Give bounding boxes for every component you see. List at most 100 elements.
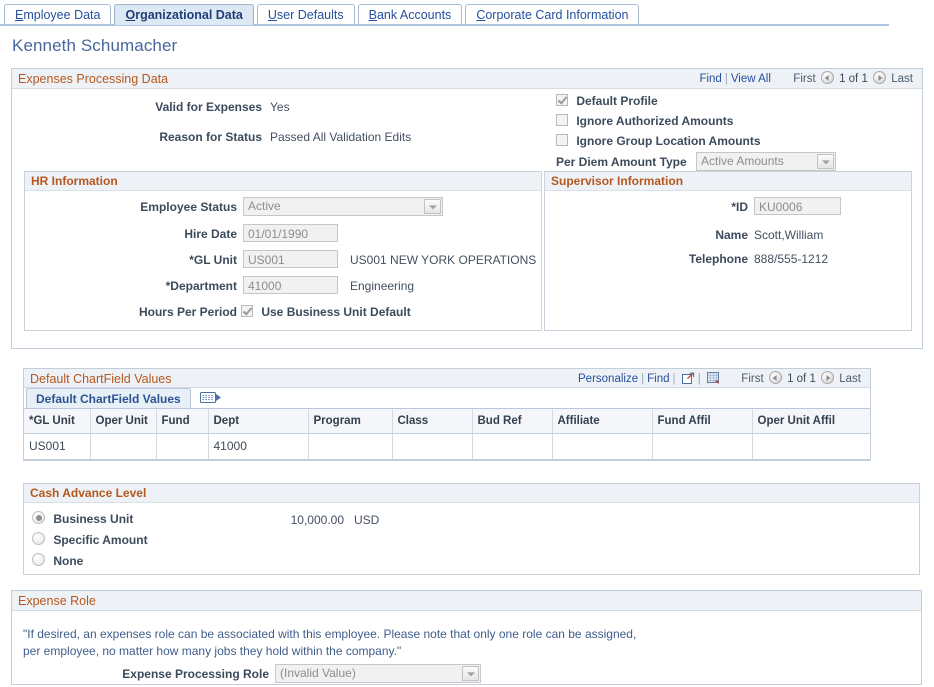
chevron-down-icon[interactable]	[424, 199, 441, 214]
tab-employee-data[interactable]: Employee Data	[4, 4, 111, 25]
supervisor-telephone-value-wrap: 888/555-1212	[754, 251, 828, 266]
first-label[interactable]: First	[793, 73, 815, 85]
supervisor-id-label-wrap: *ID	[545, 199, 748, 214]
column-header-oper-unit-affil[interactable]: Oper Unit Affil	[752, 409, 870, 433]
reason-for-status-row: Reason for Status	[12, 129, 262, 144]
expense-role-note: "If desired, an expenses role can be ass…	[23, 626, 903, 660]
expense-processing-role-value: (Invalid Value)	[276, 665, 480, 682]
supervisor-information-panel: Supervisor Information *ID KU0006 Name S…	[544, 171, 912, 331]
tab-bar: Employee DataOrganizational DataUser Def…	[0, 0, 934, 26]
cell-affiliate[interactable]	[552, 433, 652, 459]
supervisor-name-label: Name	[715, 228, 748, 242]
valid-for-expenses-value-wrap: Yes	[270, 99, 290, 114]
column-header-fund-affil[interactable]: Fund Affil	[652, 409, 752, 433]
gl-unit-field: US001	[237, 250, 338, 268]
hr-information-panel: HR Information Employee Status Active Hi…	[24, 171, 542, 331]
cash-advance-specific-amount-label: Specific Amount	[53, 533, 147, 547]
next-page-icon[interactable]	[873, 71, 886, 84]
column-header-affiliate[interactable]: Affiliate	[552, 409, 652, 433]
employee-status-label: Employee Status	[140, 200, 237, 214]
page-title: Kenneth Schumacher	[12, 36, 934, 56]
employee-status-field: Active	[237, 197, 443, 216]
department-label: *Department	[166, 279, 237, 293]
table-row: US001 41000	[24, 433, 870, 459]
last-label[interactable]: Last	[891, 73, 913, 85]
supervisor-name-value: Scott,William	[754, 228, 823, 242]
supervisor-telephone-label: Telephone	[689, 252, 748, 266]
department-input[interactable]: 41000	[243, 276, 338, 294]
tab-accel-key: U	[268, 8, 277, 22]
tab-bank-accounts[interactable]: Bank Accounts	[358, 4, 463, 25]
per-diem-amount-type-select[interactable]: Active Amounts	[696, 152, 836, 171]
reason-for-status-label: Reason for Status	[159, 130, 262, 144]
cell-bud-ref[interactable]	[472, 433, 552, 459]
ignore-group-location-amounts-checkbox-row: Ignore Group Location Amounts	[556, 133, 761, 148]
expense-role-title: Expense Role	[18, 591, 96, 611]
tab-organizational-data[interactable]: Organizational Data	[114, 4, 253, 25]
expense-processing-role-select[interactable]: (Invalid Value)	[275, 664, 481, 683]
cell-dept[interactable]: 41000	[208, 433, 308, 459]
column-header-bud-ref[interactable]: Bud Ref	[472, 409, 552, 433]
valid-for-expenses-value: Yes	[270, 100, 290, 114]
cash-advance-specific-amount-radio[interactable]	[32, 532, 45, 545]
employee-status-select[interactable]: Active	[243, 197, 443, 216]
default-profile-checkbox-row: Default Profile	[556, 93, 658, 108]
expenses-processing-data-header: Expenses Processing Data Find|View All F…	[12, 69, 922, 89]
default-chartfield-values-header: Default ChartField Values Personalize|Fi…	[23, 368, 871, 388]
personalize-link[interactable]: Personalize	[578, 373, 638, 385]
view-all-link[interactable]: View All	[731, 73, 771, 85]
supervisor-id-label: *ID	[731, 200, 748, 214]
hire-date-label: Hire Date	[184, 227, 237, 241]
cell-program[interactable]	[308, 433, 392, 459]
cell-oper-unit[interactable]	[90, 433, 156, 459]
tab-label: ank Accounts	[377, 8, 451, 22]
chevron-down-icon[interactable]	[462, 666, 479, 681]
gl-unit-input[interactable]: US001	[243, 250, 338, 268]
cash-advance-business-unit-row: Business Unit	[32, 511, 133, 526]
tab-user-defaults[interactable]: User Defaults	[257, 4, 355, 25]
tab-label: rganizational Data	[135, 8, 243, 22]
find-link[interactable]: Find	[647, 373, 669, 385]
column-header-gl-unit[interactable]: *GL Unit	[24, 409, 90, 433]
ignore-group-location-amounts-label: Ignore Group Location Amounts	[576, 134, 760, 148]
cell-oper-unit-affil[interactable]	[752, 433, 870, 459]
show-next-tab-icon[interactable]	[200, 391, 224, 408]
previous-page-icon[interactable]	[769, 371, 782, 384]
expense-role-header: Expense Role	[12, 591, 921, 611]
default-profile-checkbox[interactable]	[556, 94, 568, 106]
previous-page-icon[interactable]	[821, 71, 834, 84]
chevron-down-icon[interactable]	[817, 154, 834, 169]
cash-advance-currency: USD	[354, 513, 379, 527]
tab-accel-key: O	[125, 8, 135, 22]
column-header-fund[interactable]: Fund	[156, 409, 208, 433]
cell-fund-affil[interactable]	[652, 433, 752, 459]
use-business-unit-default-checkbox[interactable]	[241, 305, 253, 317]
department-label-wrap: *Department	[25, 278, 237, 293]
column-header-program[interactable]: Program	[308, 409, 392, 433]
cash-advance-none-radio[interactable]	[32, 553, 45, 566]
cell-fund[interactable]	[156, 433, 208, 459]
supervisor-name-value-wrap: Scott,William	[754, 227, 823, 242]
cell-gl-unit[interactable]: US001	[24, 433, 90, 459]
tab-corporate-card-information[interactable]: Corporate Card Information	[465, 4, 639, 25]
next-page-icon[interactable]	[821, 371, 834, 384]
cell-class[interactable]	[392, 433, 472, 459]
tab-label: mployee Data	[23, 8, 100, 22]
department-field: 41000	[237, 276, 338, 294]
use-business-unit-default-row: Use Business Unit Default	[241, 304, 411, 319]
supervisor-id-input[interactable]: KU0006	[754, 197, 841, 215]
first-label[interactable]: First	[741, 373, 763, 385]
last-label[interactable]: Last	[839, 373, 861, 385]
grid-tab-default-chartfield-values[interactable]: Default ChartField Values	[26, 388, 191, 408]
column-header-dept[interactable]: Dept	[208, 409, 308, 433]
ignore-authorized-amounts-checkbox[interactable]	[556, 114, 568, 126]
cash-advance-currency-wrap: USD	[354, 512, 379, 527]
ignore-group-location-amounts-checkbox[interactable]	[556, 134, 568, 146]
hire-date-input[interactable]: 01/01/1990	[243, 224, 338, 242]
separator: |	[725, 73, 728, 85]
find-link[interactable]: Find	[699, 73, 721, 85]
column-header-class[interactable]: Class	[392, 409, 472, 433]
column-header-oper-unit[interactable]: Oper Unit	[90, 409, 156, 433]
expense-role-note-line1: "If desired, an expenses role can be ass…	[23, 626, 903, 643]
cash-advance-business-unit-radio[interactable]	[32, 511, 45, 524]
